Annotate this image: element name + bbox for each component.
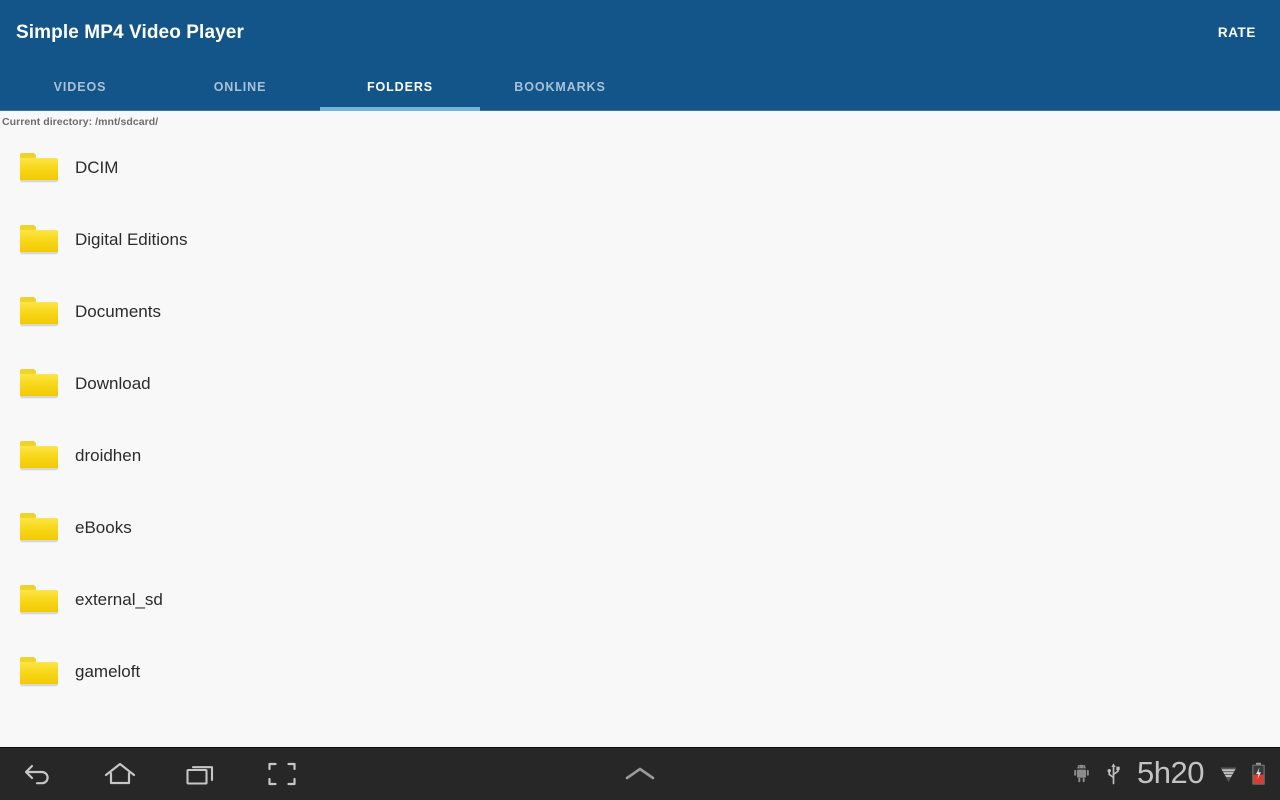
system-navigation-bar: 5h20 [0,747,1280,800]
folder-icon [20,152,58,183]
status-icon-group: 5h20 [1071,757,1280,791]
nav-button-group [0,753,303,795]
usb-icon [1105,762,1122,787]
folder-name: Download [75,374,151,393]
chevron-up-icon[interactable] [619,753,661,795]
page-title: Simple MP4 Video Player [16,21,244,43]
tab-folders[interactable]: FOLDERS [320,64,480,111]
tab-label: FOLDERS [366,80,434,95]
list-item[interactable]: droidhen [0,420,1280,492]
folder-name: DCIM [75,158,119,177]
list-item[interactable]: eBooks [0,492,1280,564]
list-item[interactable]: gameloft [0,636,1280,708]
list-item[interactable]: external_sd [0,564,1280,636]
folder-icon [20,296,58,327]
folder-icon [20,584,58,615]
folder-icon [20,512,58,543]
current-directory-label: Current directory: /mnt/sdcard/ [2,116,159,128]
folder-name: external_sd [75,590,163,609]
list-item[interactable]: DCIM [0,132,1280,204]
tab-label: ONLINE [213,80,267,95]
battery-charging-icon [1251,762,1266,786]
list-item[interactable]: Documents [0,276,1280,348]
folder-list: DCIM Digital Editions Documents Download [0,132,1280,708]
signal-bars-icon [1219,764,1238,784]
list-item[interactable]: Digital Editions [0,204,1280,276]
folder-icon [20,368,58,399]
tab-bookmarks[interactable]: BOOKMARKS [480,64,640,111]
rate-button[interactable]: RATE [1210,19,1264,46]
home-icon[interactable] [99,753,141,795]
folder-icon [20,440,58,471]
screenshot-icon[interactable] [261,753,303,795]
android-app-screen: Simple MP4 Video Player RATE VIDEOS ONLI… [0,0,1280,800]
folder-name: gameloft [75,662,141,681]
folder-icon [20,656,58,687]
folder-name: droidhen [75,446,142,465]
tab-bar: VIDEOS ONLINE FOLDERS BOOKMARKS [0,64,1280,111]
folder-browser: Current directory: /mnt/sdcard/ DCIM Dig… [0,111,1280,747]
folder-name: Digital Editions [75,230,188,249]
folder-icon [20,224,58,255]
status-clock: 5h20 [1137,755,1204,790]
back-icon[interactable] [18,753,60,795]
list-item[interactable]: Download [0,348,1280,420]
folder-name: eBooks [75,518,132,537]
tab-videos[interactable]: VIDEOS [0,64,160,111]
folder-name: Documents [75,302,161,321]
tab-label: BOOKMARKS [514,80,606,95]
recents-icon[interactable] [180,753,222,795]
action-bar: Simple MP4 Video Player RATE [0,0,1280,64]
tab-label: VIDEOS [53,80,107,95]
tab-online[interactable]: ONLINE [160,64,320,111]
android-robot-icon [1071,764,1092,785]
